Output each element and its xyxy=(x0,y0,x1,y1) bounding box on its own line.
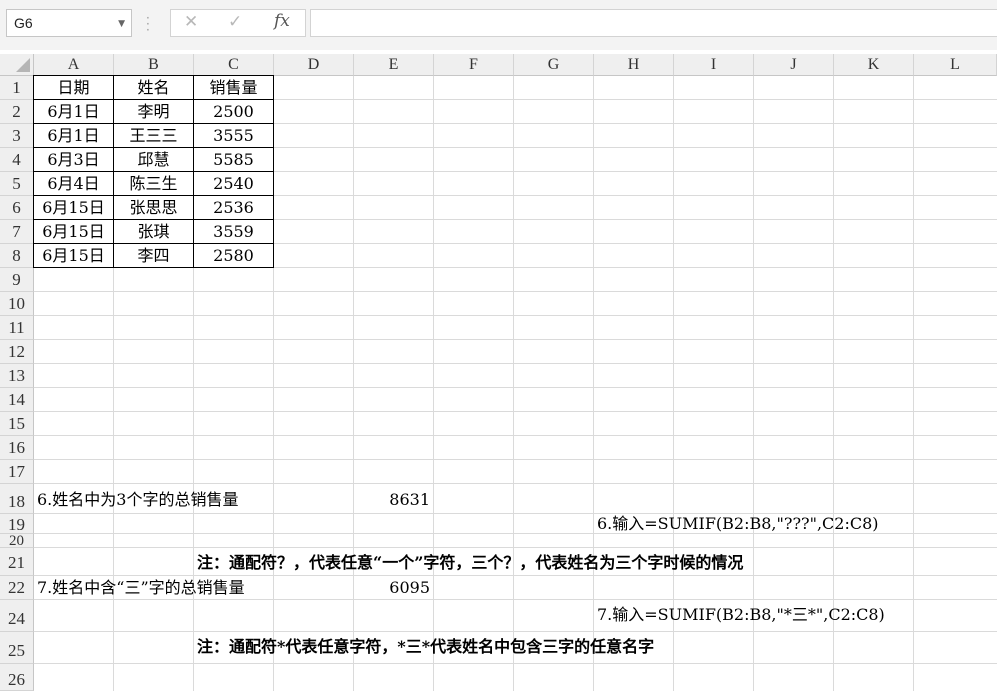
row-header[interactable]: 5 xyxy=(0,172,34,196)
row-header[interactable]: 24 xyxy=(0,600,34,632)
note-1[interactable]: 注：通配符？，代表任意“一个”字符，三个？，代表姓名为三个字时候的情况 xyxy=(197,551,743,575)
table-cell[interactable]: 2536 xyxy=(194,196,273,220)
row-header[interactable]: 14 xyxy=(0,388,34,412)
row-header[interactable]: 9 xyxy=(0,268,34,292)
table-cell[interactable]: 5585 xyxy=(194,148,273,172)
select-all-icon xyxy=(16,58,30,72)
table-cell[interactable]: 2540 xyxy=(194,172,273,196)
table-cell[interactable]: 2500 xyxy=(194,100,273,124)
column-header[interactable]: I xyxy=(674,54,754,76)
table-cell[interactable]: 2580 xyxy=(194,244,273,268)
row-header[interactable]: 21 xyxy=(0,548,34,576)
row-header[interactable]: 3 xyxy=(0,124,34,148)
q6-formula[interactable]: 6.输入=SUMIF(B2:B8,"???",C2:C8) xyxy=(597,513,879,535)
header-sales[interactable]: 销售量 xyxy=(194,76,273,100)
q7-formula[interactable]: 7.输入=SUMIF(B2:B8,"*三*",C2:C8) xyxy=(597,603,885,627)
row-header[interactable]: 13 xyxy=(0,364,34,388)
q6-label[interactable]: 6.姓名中为3个字的总销售量 xyxy=(37,488,238,512)
row-header[interactable]: 2 xyxy=(0,100,34,124)
row-header[interactable]: 22 xyxy=(0,576,34,600)
formula-bar: G6 ▼ · · · ✕ ✓ fx xyxy=(0,0,997,50)
row-header[interactable]: 10 xyxy=(0,292,34,316)
table-cell[interactable]: 3559 xyxy=(194,220,273,244)
table-cell[interactable]: 6月1日 xyxy=(34,124,113,148)
row-header[interactable]: 4 xyxy=(0,148,34,172)
q7-value[interactable]: 6095 xyxy=(354,576,430,600)
chevron-down-icon[interactable]: ▼ xyxy=(118,19,125,29)
column-header[interactable]: C xyxy=(194,54,274,76)
row-header[interactable]: 18 xyxy=(0,484,34,514)
table-cell[interactable]: 3555 xyxy=(194,124,273,148)
row-header[interactable]: 7 xyxy=(0,220,34,244)
row-header[interactable]: 25 xyxy=(0,632,34,664)
column-header[interactable]: E xyxy=(354,54,434,76)
column-header[interactable]: A xyxy=(34,54,114,76)
table-cell[interactable]: 6月15日 xyxy=(34,244,113,268)
insert-function-icon[interactable]: fx xyxy=(274,11,290,31)
table-cell[interactable]: 6月4日 xyxy=(34,172,113,196)
column-header[interactable]: F xyxy=(434,54,514,76)
table-cell[interactable]: 6月3日 xyxy=(34,148,113,172)
row-header[interactable]: 17 xyxy=(0,460,34,484)
row-header[interactable]: 15 xyxy=(0,412,34,436)
table-cell[interactable]: 陈三生 xyxy=(114,172,193,196)
row-header[interactable]: 1 xyxy=(0,76,34,100)
enter-icon[interactable]: ✓ xyxy=(228,12,242,32)
row-header[interactable]: 8 xyxy=(0,244,34,268)
name-box[interactable]: G6 ▼ xyxy=(6,9,132,37)
column-header[interactable]: B xyxy=(114,54,194,76)
table-cell[interactable]: 邱慧 xyxy=(114,148,193,172)
name-box-value: G6 xyxy=(14,15,33,31)
note-2[interactable]: 注：通配符*代表任意字符，*三*代表姓名中包含三字的任意名字 xyxy=(197,635,654,659)
row-header[interactable]: 11 xyxy=(0,316,34,340)
table-cell[interactable]: 6月15日 xyxy=(34,196,113,220)
column-header[interactable]: D xyxy=(274,54,354,76)
select-all-button[interactable] xyxy=(0,54,34,76)
table-cell[interactable]: 张琪 xyxy=(114,220,193,244)
table-cell[interactable]: 王三三 xyxy=(114,124,193,148)
header-date[interactable]: 日期 xyxy=(34,76,113,100)
column-header[interactable]: J xyxy=(754,54,834,76)
row-header[interactable]: 19 xyxy=(0,514,34,534)
cancel-icon[interactable]: ✕ xyxy=(184,12,198,32)
column-header[interactable]: K xyxy=(834,54,914,76)
drag-handle-icon[interactable]: · · · xyxy=(146,12,150,36)
table-cell[interactable]: 6月1日 xyxy=(34,100,113,124)
table-cell[interactable]: 6月15日 xyxy=(34,220,113,244)
table-cell[interactable]: 张思思 xyxy=(114,196,193,220)
formula-input[interactable] xyxy=(310,9,997,37)
row-header[interactable]: 16 xyxy=(0,436,34,460)
row-header[interactable]: 12 xyxy=(0,340,34,364)
column-header[interactable]: G xyxy=(514,54,594,76)
formula-buttons: ✕ ✓ fx xyxy=(170,9,306,37)
q7-label[interactable]: 7.姓名中含“三”字的总销售量 xyxy=(37,576,245,600)
column-header[interactable]: H xyxy=(594,54,674,76)
column-header[interactable]: L xyxy=(914,54,997,76)
row-header[interactable]: 20 xyxy=(0,534,34,549)
q6-value[interactable]: 8631 xyxy=(354,488,430,512)
table-cell[interactable]: 李四 xyxy=(114,244,193,268)
row-header[interactable]: 26 xyxy=(0,664,34,691)
table-cell[interactable]: 李明 xyxy=(114,100,193,124)
row-header[interactable]: 6 xyxy=(0,196,34,220)
header-name[interactable]: 姓名 xyxy=(114,76,193,100)
